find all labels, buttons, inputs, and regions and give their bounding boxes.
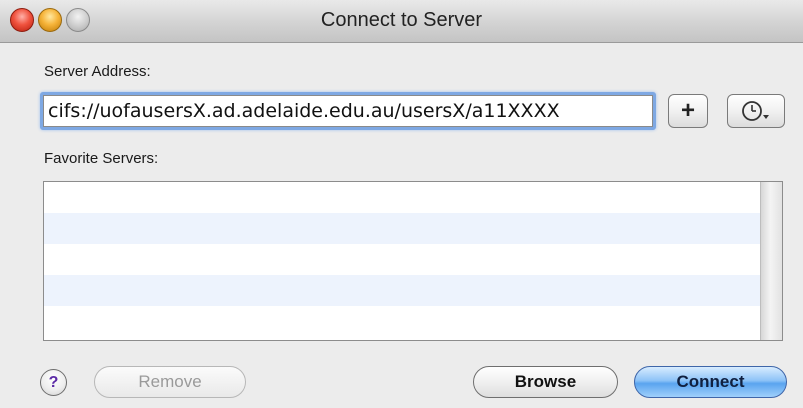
list-row	[44, 275, 760, 306]
recent-servers-button[interactable]	[727, 94, 785, 128]
server-address-field[interactable]	[40, 92, 656, 130]
list-row	[44, 182, 760, 213]
browse-button[interactable]: Browse	[473, 366, 618, 398]
server-address-label: Server Address:	[44, 63, 151, 80]
help-button[interactable]: ?	[40, 369, 67, 396]
list-row	[44, 244, 760, 275]
title-bar[interactable]: Connect to Server	[0, 0, 803, 43]
clock-dropdown-icon	[742, 101, 769, 121]
vertical-scrollbar[interactable]	[760, 182, 782, 340]
favorite-servers-list[interactable]	[43, 181, 783, 341]
window-title: Connect to Server	[320, 9, 483, 31]
add-favorite-button[interactable]: +	[668, 94, 708, 128]
list-row	[44, 213, 760, 244]
remove-button[interactable]: Remove	[94, 366, 246, 398]
connect-to-server-window: Connect to Server Server Address: + Favo…	[0, 0, 803, 408]
favorite-servers-label: Favorite Servers:	[44, 150, 159, 167]
list-row	[44, 306, 760, 337]
server-address-input[interactable]	[43, 95, 653, 127]
connect-button[interactable]: Connect	[634, 366, 787, 398]
